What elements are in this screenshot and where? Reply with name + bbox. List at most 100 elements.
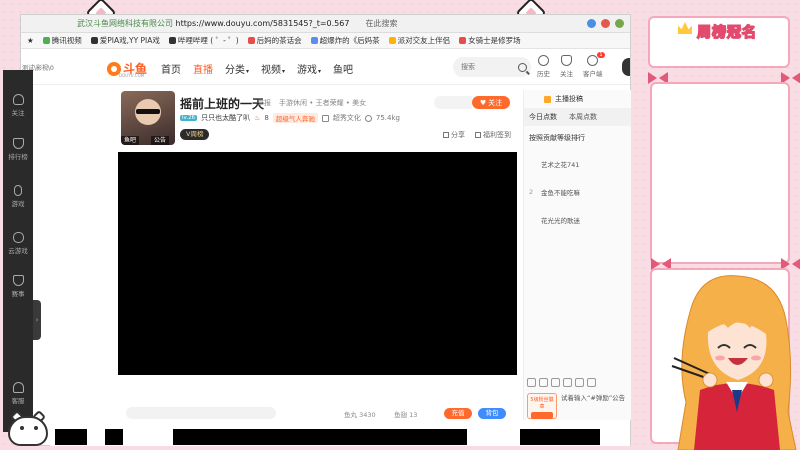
history-button[interactable]: 历史 (537, 55, 550, 78)
right-panel: 主播投稿 今日点数 本周点数 按照贡献等级排行 艺术之花741 2 金鱼不能吃嘛 … (523, 90, 631, 420)
message-icon[interactable] (539, 378, 548, 387)
share-button[interactable]: 分享 (443, 130, 465, 140)
crown-icon (678, 22, 692, 34)
chat-placeholder[interactable]: 试着输入“#弹励”公告 (561, 393, 627, 419)
weekly-rank-pill[interactable]: V周榜 (180, 129, 210, 140)
gift-bar[interactable] (126, 407, 276, 419)
recharge-button[interactable]: 充值 (444, 408, 472, 419)
cup-icon (12, 275, 24, 286)
emoji-icon[interactable] (527, 378, 536, 387)
nav-item-games[interactable]: 游戏▾ (297, 61, 321, 76)
url-company: 武汉斗鱼网络科技有限公司 (77, 19, 173, 28)
report-link[interactable]: 举报 (257, 98, 271, 108)
chevron-down-icon: ▾ (282, 68, 286, 75)
url-text[interactable]: 武汉斗鱼网络科技有限公司 https://www.douyu.com/58315… (77, 18, 349, 29)
search-input[interactable] (461, 63, 515, 71)
list-item[interactable]: 艺术之花741 (524, 150, 631, 178)
nav-item-live[interactable]: 直播 (193, 61, 213, 76)
extension-icon[interactable] (601, 19, 610, 28)
submission-icon (544, 95, 551, 103)
nav-item-fishbar[interactable]: 鱼吧 (333, 61, 353, 76)
bookmark-item[interactable]: 后妈的茶话会 (247, 35, 302, 46)
tab-week[interactable]: 本周点数 (569, 112, 597, 122)
client-download-button[interactable]: 客户端 1 (583, 52, 605, 78)
browser-extension-icons (587, 19, 630, 28)
list-item[interactable]: 2 金鱼不能吃嘛 (524, 178, 631, 206)
extension-icon[interactable] (615, 19, 624, 28)
follow-list-button[interactable]: 关注 (560, 55, 573, 78)
bookmark-item[interactable]: 哔哩哔哩 ( ゜- ゜) (168, 35, 239, 46)
fishball-count: 鱼丸 3430 (344, 411, 376, 419)
main-nav: 首页 直播 分类▾ 视频▾ 游戏▾ 鱼吧 (161, 61, 353, 76)
bookmark-item[interactable]: 爱PIA戏,YY PIA戏 (90, 35, 160, 46)
fire-icon: ♨ (254, 114, 261, 122)
heart-icon: ♥ (479, 98, 487, 107)
avatar-tag-notice[interactable]: 公告 (151, 136, 170, 145)
address-bar[interactable]: 武汉斗鱼网络科技有限公司 https://www.douyu.com/58315… (21, 15, 630, 33)
sidebar-item-ranking[interactable]: 排行榜 (3, 138, 33, 161)
settings-icon[interactable] (587, 378, 596, 387)
follow-button[interactable]: ♥ 关注 (472, 96, 510, 109)
headset-icon (12, 382, 24, 393)
search-icon[interactable] (518, 62, 527, 72)
anime-girl-mascot (671, 275, 797, 450)
hot-tag[interactable]: 超级气人奔驰 (272, 113, 318, 123)
bookmark-item[interactable]: 派对交友上伴侣 (388, 35, 450, 46)
chat-tools (527, 378, 596, 387)
streamer-info: 鱼吧 公告 摇前上班的一天 举报 手游休闲 • 王者荣耀 • 美女 ♥ 关注 lv… (121, 91, 517, 145)
bookmark-item[interactable]: 女骑士是修罗场 (459, 35, 521, 46)
bookmark-star-icon[interactable]: ★ (27, 36, 34, 45)
gift-icon[interactable] (575, 378, 584, 387)
nav-item-video[interactable]: 视频▾ (261, 61, 285, 76)
chat-input-area: 5级粉丝徽章 试着输入“#弹励”公告 (527, 393, 631, 419)
taskbar-item[interactable] (105, 429, 123, 445)
backpack-button[interactable]: 背包 (478, 408, 506, 419)
taskbar-item[interactable] (520, 429, 600, 445)
panel-header: 主播投稿 (524, 90, 631, 108)
user-avatar[interactable] (622, 58, 630, 76)
streamer-avatar[interactable]: 鱼吧 公告 (121, 91, 175, 145)
streamer-name[interactable]: 只只也太酷了叭 (201, 113, 250, 123)
favicon-icon (247, 37, 255, 44)
sidebar-item-events[interactable]: 赛事 (3, 275, 33, 298)
favicon-icon (90, 37, 98, 44)
avatar-tag-fishbar[interactable]: 鱼吧 (121, 136, 140, 145)
sidebar-toggle-button[interactable]: › (33, 300, 41, 340)
heart-icon (561, 55, 572, 66)
nav-item-category[interactable]: 分类▾ (225, 61, 249, 76)
company-name[interactable]: 超秀文化 (333, 113, 361, 123)
extension-icon[interactable] (587, 19, 596, 28)
rank-subtitle: 按照贡献等级排行 (529, 134, 585, 142)
tab-today[interactable]: 今日点数 (529, 112, 557, 122)
weekly-rank-title-card: 周榜冠名 (648, 16, 790, 68)
bag-icon[interactable] (563, 378, 572, 387)
sidebar-item-cloud-game[interactable]: 云游戏 (3, 232, 33, 255)
sidebar-item-follow[interactable]: 关注 (3, 94, 33, 117)
logo-subtext: DOUYU.COM (119, 73, 145, 78)
sidebar-item-support[interactable]: 客服 (3, 382, 33, 405)
taskbar-item[interactable] (173, 429, 467, 445)
checkin-icon (475, 132, 481, 138)
heart-icon (12, 94, 24, 105)
bookmark-item[interactable]: 腾讯视频 (42, 35, 82, 46)
video-player[interactable] (118, 152, 517, 375)
chevron-down-icon: ▾ (318, 68, 322, 75)
hot-count: 8 (264, 114, 269, 122)
left-sidebar: 关注 排行榜 游戏 云游戏 赛事 客服 › (3, 70, 41, 432)
welfare-button[interactable]: 福利签到 (475, 130, 511, 140)
megaphone-icon[interactable] (551, 378, 560, 387)
streamer-meta: lv.26 只只也太酷了叭 ♨ 8 超级气人奔驰 超秀文化 75.4kg (180, 113, 400, 123)
sidebar-item-games[interactable]: 游戏 (3, 185, 33, 208)
list-item[interactable]: 花光光的歌迷 (524, 206, 631, 234)
mouse-icon (14, 185, 22, 196)
douyu-logo[interactable]: 斗鱼 DOUYU.COM (107, 60, 147, 78)
taskbar-item[interactable] (55, 429, 87, 445)
room-categories[interactable]: 手游休闲 • 王者荣耀 • 美女 (279, 98, 366, 108)
favicon-icon (459, 37, 467, 44)
bookmark-item[interactable]: 超爆炸的《后妈茶 (310, 35, 380, 46)
fan-badge[interactable]: 5级粉丝徽章 (527, 393, 557, 419)
url-search-label[interactable]: 在此搜索 (365, 18, 397, 29)
notification-badge: 1 (597, 52, 605, 58)
level-badge: lv.26 (180, 115, 198, 121)
nav-item-home[interactable]: 首页 (161, 61, 181, 76)
